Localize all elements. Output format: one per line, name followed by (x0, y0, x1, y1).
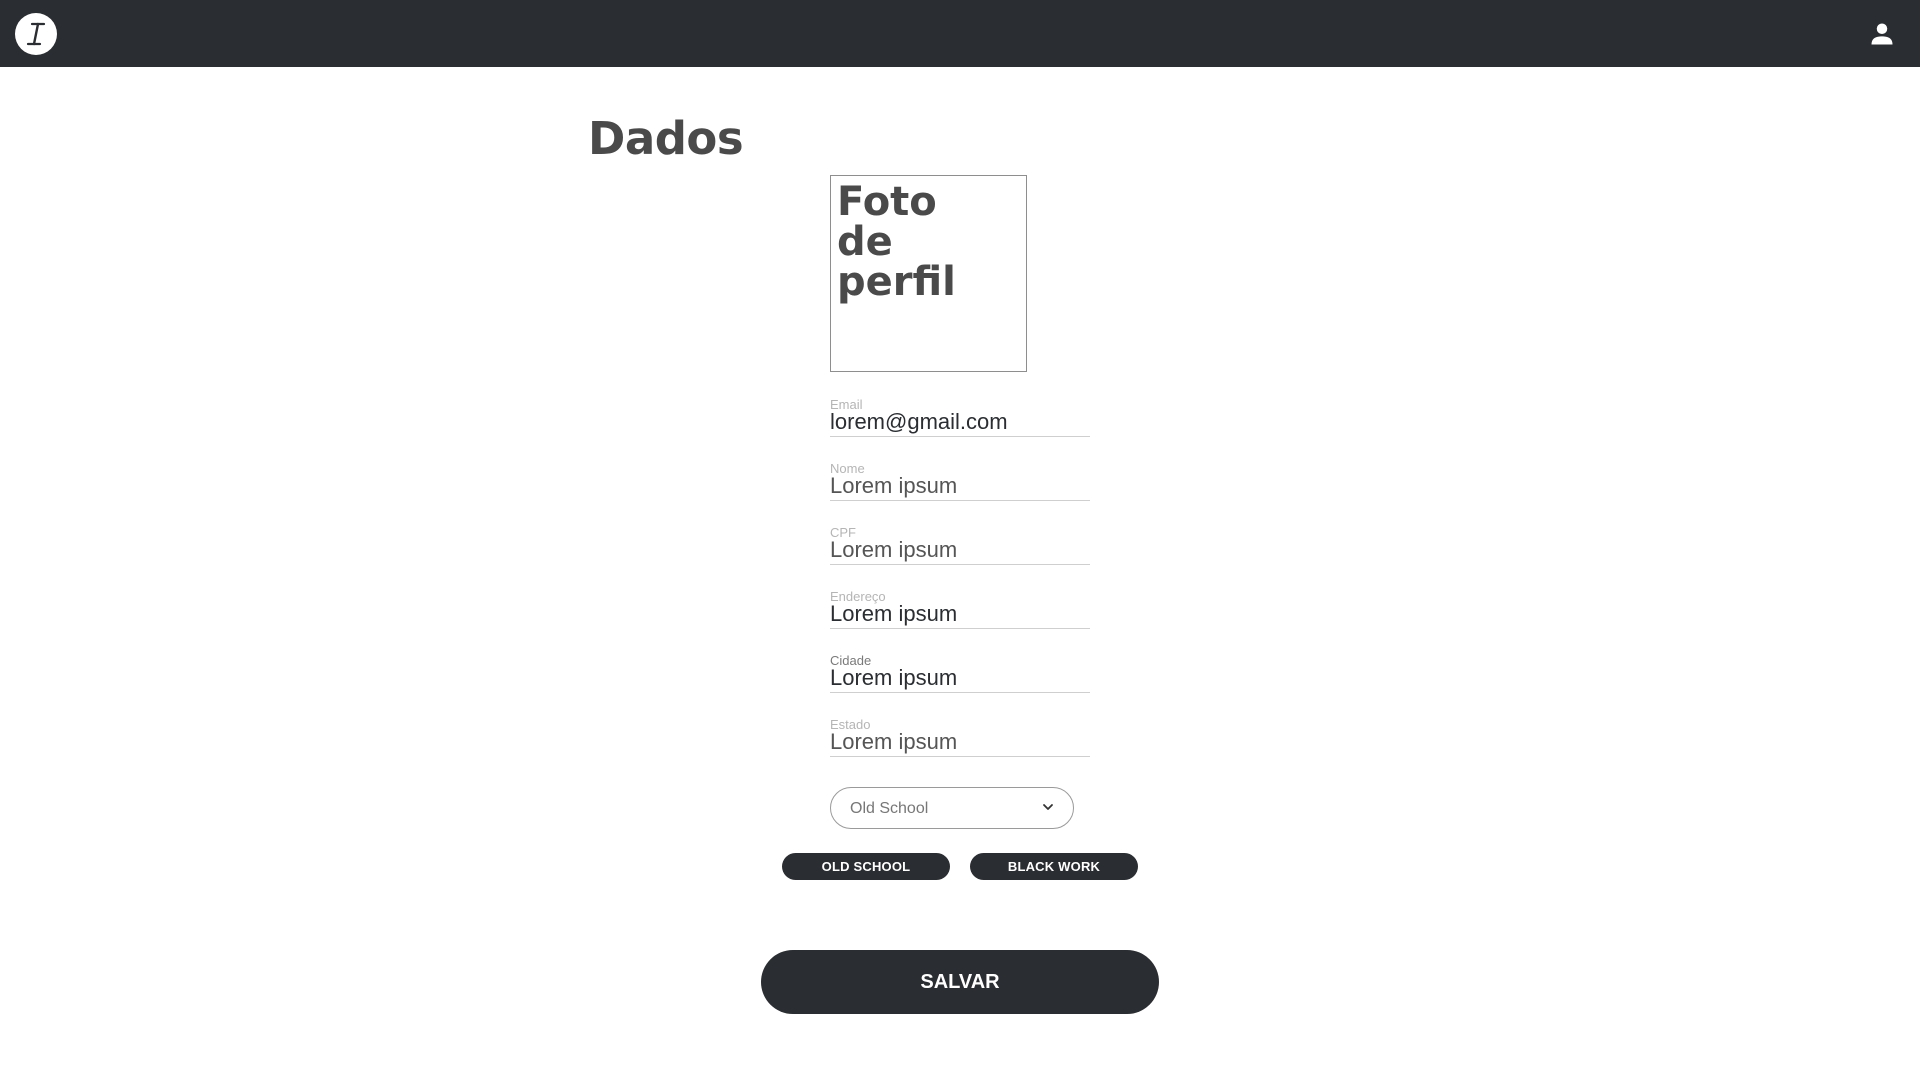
cpf-input[interactable] (830, 537, 1090, 563)
select-selected-value: Old School (850, 800, 929, 817)
save-button[interactable]: SALVAR (761, 950, 1159, 1014)
state-input[interactable] (830, 729, 1090, 755)
cpf-field: CPF (830, 526, 1090, 565)
app-logo-icon[interactable] (15, 13, 57, 55)
italic-i-logo-icon (26, 22, 46, 46)
email-field: Email (830, 398, 1090, 437)
state-field: Estado (830, 718, 1090, 757)
profile-photo-label: Foto de perfil (837, 179, 956, 305)
email-input[interactable] (830, 409, 1090, 435)
city-input[interactable] (830, 665, 1090, 691)
tag-black-work[interactable]: BLACK WORK (970, 853, 1138, 880)
name-input[interactable] (830, 473, 1090, 499)
address-input[interactable] (830, 601, 1090, 627)
top-navigation-bar (0, 0, 1920, 67)
name-field: Nome (830, 462, 1090, 501)
chevron-down-icon (1041, 800, 1055, 814)
profile-photo-upload[interactable]: Foto de perfil (830, 175, 1027, 372)
address-field: Endereço (830, 590, 1090, 629)
tattoo-style-select[interactable]: Old School (830, 787, 1074, 829)
city-field: Cidade (830, 654, 1090, 693)
user-account-button[interactable] (1866, 18, 1898, 50)
page-title: Dados (588, 112, 744, 165)
user-icon (1871, 23, 1893, 45)
tag-old-school[interactable]: OLD SCHOOL (782, 853, 950, 880)
